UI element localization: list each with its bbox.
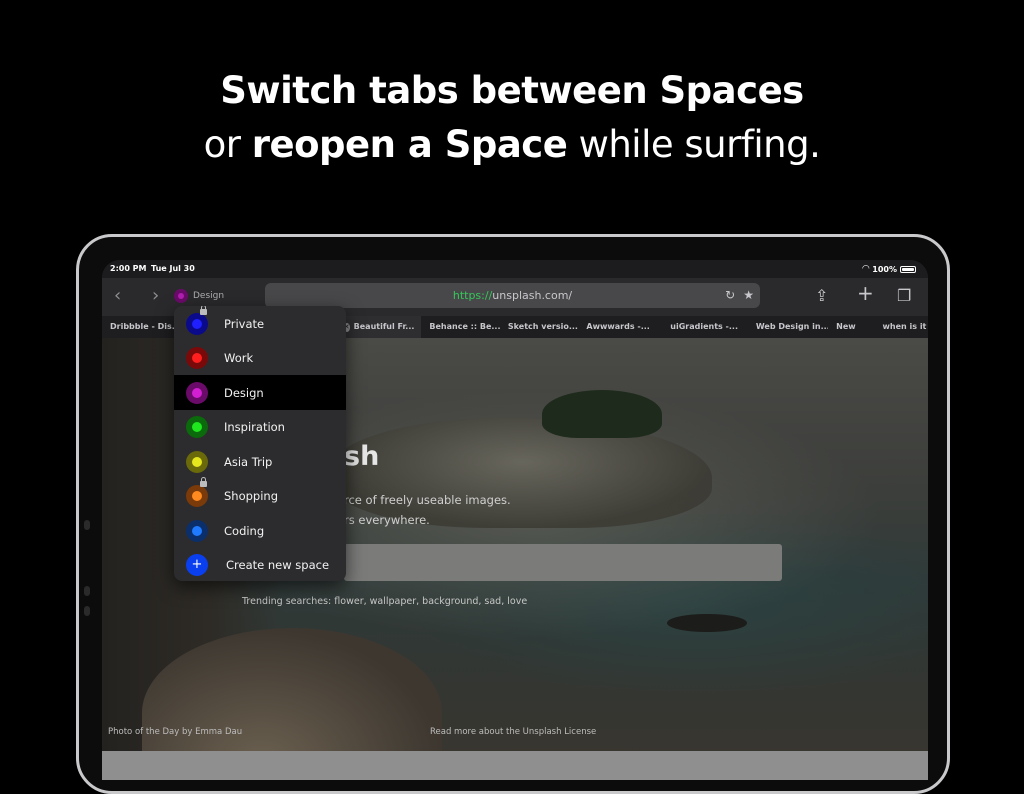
- back-icon[interactable]: ‹: [114, 286, 121, 306]
- side-button: [84, 586, 90, 596]
- photo-search-input[interactable]: [344, 544, 782, 581]
- forward-icon[interactable]: ›: [152, 286, 159, 306]
- space-dot-icon: [186, 381, 208, 404]
- page-hero-title: sh: [344, 441, 380, 472]
- page-hero-subtitle: rce of freely useable images. rs everywh…: [344, 493, 511, 527]
- tab[interactable]: when is it: [875, 316, 928, 338]
- plus-icon: +: [186, 554, 208, 576]
- address-bar[interactable]: https://unsplash.com/ ↻ ★: [265, 283, 760, 308]
- url-host: unsplash.com/: [492, 289, 573, 302]
- headline: Switch tabs between Spaces or reopen a S…: [0, 64, 1024, 172]
- status-bar: 2:00 PM Tue Jul 30 ◠ 100%: [102, 260, 928, 278]
- url-scheme: https://: [452, 289, 493, 302]
- tab[interactable]: New: [828, 316, 874, 338]
- current-space-label: Design: [193, 291, 225, 301]
- space-dot-icon: [186, 477, 208, 507]
- space-dot-icon: [186, 416, 208, 438]
- space-dot-icon: [174, 289, 188, 303]
- battery-icon: [900, 265, 916, 273]
- address-bar-icons: ↻ ★: [725, 288, 754, 302]
- status-right: ◠ 100%: [862, 264, 916, 274]
- license-note: Read more about the Unsplash License: [430, 727, 597, 737]
- battery-percent: 100%: [872, 264, 897, 274]
- space-item-work[interactable]: Work: [174, 341, 346, 376]
- space-dot-icon: [186, 347, 208, 369]
- photographer-link[interactable]: Emma Dau: [195, 727, 242, 737]
- background-trees: [542, 390, 662, 438]
- tab[interactable]: Awwwards -...: [578, 316, 662, 338]
- headline-line-2: or reopen a Space while surfing.: [203, 123, 821, 166]
- page-bottom-strip: [102, 751, 928, 780]
- tab[interactable]: Behance :: Be...: [421, 316, 500, 338]
- space-dot-icon: [186, 450, 208, 473]
- space-item-design[interactable]: Design: [174, 375, 346, 410]
- space-item-inspiration[interactable]: Inspiration: [174, 410, 346, 445]
- space-item-shopping[interactable]: Shopping: [174, 477, 346, 514]
- side-button: [84, 520, 90, 530]
- space-dot-icon: [186, 519, 208, 542]
- create-new-space-button[interactable]: + Create new space: [174, 548, 346, 582]
- tabs-overview-icon[interactable]: ❐: [897, 287, 911, 305]
- photo-credit: Photo of the Day by Emma Dau: [108, 727, 243, 737]
- spaces-menu: Private Work Design Inspiration Asia Tri…: [174, 306, 346, 581]
- trending-searches: Trending searches: flower, wallpaper, ba…: [242, 596, 528, 607]
- space-item-private[interactable]: Private: [174, 306, 346, 341]
- reload-icon[interactable]: ↻: [725, 288, 735, 302]
- share-icon[interactable]: ⇪: [815, 287, 828, 305]
- tab[interactable]: Sketch versio...: [500, 316, 579, 338]
- credit-link[interactable]: Photo of the Day: [108, 727, 179, 737]
- headline-line-1: Switch tabs between Spaces: [220, 69, 804, 112]
- lock-icon: [200, 306, 207, 315]
- lock-icon: [200, 477, 207, 487]
- tab-active[interactable]: ✕ Beautiful Fr...: [335, 316, 422, 338]
- new-tab-plus-icon[interactable]: +: [857, 283, 874, 303]
- space-dot-icon: [186, 306, 208, 335]
- space-item-coding[interactable]: Coding: [174, 513, 346, 548]
- bookmark-star-icon[interactable]: ★: [743, 288, 754, 302]
- status-date: Tue Jul 30: [151, 264, 195, 273]
- license-link[interactable]: Unsplash License: [523, 727, 597, 737]
- tab[interactable]: uiGradients -...: [662, 316, 748, 338]
- space-switcher-button[interactable]: Design: [174, 289, 224, 303]
- space-item-asia-trip[interactable]: Asia Trip: [174, 444, 346, 479]
- wifi-icon: ◠: [862, 264, 870, 274]
- background-rock: [667, 614, 747, 632]
- tab[interactable]: Dribbble - Dis...: [102, 316, 181, 338]
- status-time: 2:00 PM: [110, 264, 147, 273]
- tab[interactable]: Web Design in...: [748, 316, 828, 338]
- side-button: [84, 606, 90, 616]
